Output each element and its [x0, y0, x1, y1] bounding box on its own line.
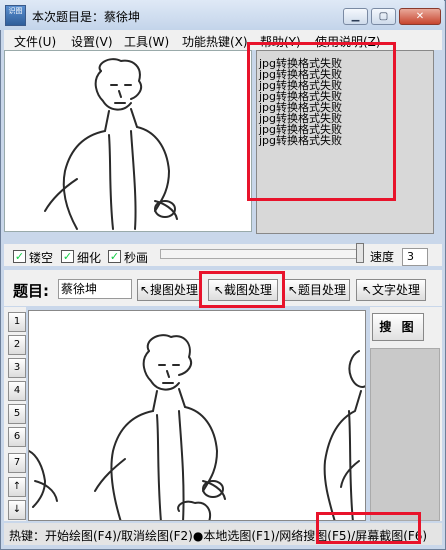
menu-settings[interactable]: 设置(V)	[71, 33, 113, 50]
slot-7-button[interactable]: 7	[8, 453, 26, 473]
scroll-down-button[interactable]: ↓	[8, 500, 26, 520]
preview-image	[4, 50, 252, 232]
search-results-canvas[interactable]	[28, 310, 366, 521]
question-input[interactable]: 蔡徐坤	[58, 279, 132, 299]
log-list: jpg转换格式失败 jpg转换格式失败 jpg转换格式失败 jpg转换格式失败 …	[259, 58, 389, 146]
result-tile-left	[29, 450, 58, 508]
tiled-result-images	[29, 334, 365, 520]
scroll-up-button[interactable]: ↑	[8, 477, 26, 497]
thin-checkbox[interactable]: ✓	[61, 250, 74, 263]
log-line: jpg转换格式失败	[259, 134, 343, 147]
slot-2-button[interactable]: 2	[8, 335, 26, 355]
menu-file[interactable]: 文件(U)	[14, 33, 56, 50]
thin-label: 细化	[77, 251, 102, 265]
speed-label: 速度	[370, 250, 395, 264]
second-draw-label: 秒画	[124, 251, 149, 265]
slot-1-button[interactable]: 1	[8, 312, 26, 332]
hotkey-hint-text: 热键：开始绘图(F4)/取消绘图(F2)●本地选图(F1)/网络搜图(F5)/屏…	[9, 529, 428, 543]
text-process-button[interactable]: ↖文字处理	[356, 279, 426, 301]
speed-slider-thumb[interactable]	[356, 243, 364, 263]
capture-process-button[interactable]: ↖截图处理	[208, 279, 278, 301]
maximize-button[interactable]: ▢	[371, 8, 396, 25]
slot-5-button[interactable]: 5	[8, 404, 26, 424]
window-title: 本次题目是：蔡徐坤	[32, 10, 141, 24]
topic-process-button[interactable]: ↖题目处理	[284, 279, 350, 301]
menu-tools[interactable]: 工具(W)	[124, 33, 169, 50]
app-icon: 识图	[5, 5, 26, 26]
result-tile-main	[94, 334, 226, 520]
slot-3-button[interactable]: 3	[8, 358, 26, 378]
slot-6-button[interactable]: 6	[8, 427, 26, 447]
search-image-button[interactable]: 搜 图	[372, 313, 424, 341]
hollow-label: 镂空	[29, 251, 54, 265]
second-draw-checkbox[interactable]: ✓	[108, 250, 121, 263]
speed-input[interactable]: 3	[402, 248, 428, 266]
result-tile-right	[323, 350, 365, 520]
speed-slider-track[interactable]	[160, 249, 364, 259]
menu-instructions[interactable]: 使用说明(Z)	[315, 33, 381, 50]
slot-4-button[interactable]: 4	[8, 381, 26, 401]
hollow-checkbox[interactable]: ✓	[13, 250, 26, 263]
question-label: 题目:	[13, 282, 49, 300]
menu-help[interactable]: 帮助(Y)	[260, 33, 301, 50]
sketch-figure-image	[44, 58, 178, 230]
menu-hotkeys[interactable]: 功能热键(X)	[182, 33, 248, 50]
minimize-button[interactable]: ▁	[343, 8, 368, 25]
right-preview-area	[370, 348, 440, 521]
close-button[interactable]: ✕	[399, 8, 441, 25]
search-process-button[interactable]: ↖搜图处理	[137, 279, 201, 301]
